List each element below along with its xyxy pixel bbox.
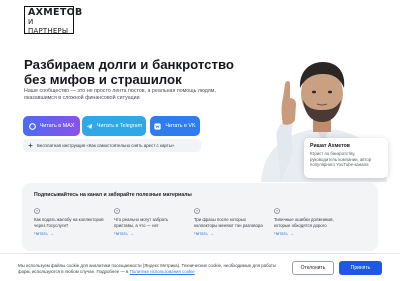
faq-read-link[interactable]: Читать → (274, 231, 294, 236)
read-in-max-label: Читать в MAX (39, 123, 75, 129)
question-icon: ? (194, 208, 200, 214)
arrow-right-icon: → (49, 231, 54, 236)
accept-button[interactable]: Принять (339, 261, 382, 275)
arrow-right-icon: → (289, 231, 294, 236)
arrow-right-icon: → (209, 231, 214, 236)
faq-read-label: Читать (114, 231, 128, 236)
read-in-telegram-button[interactable]: Читать в Telegram (82, 116, 146, 136)
vk-icon (154, 122, 162, 130)
faq-read-label: Читать (34, 231, 48, 236)
read-in-max-button[interactable]: Читать в MAX (23, 116, 80, 136)
plus-icon (28, 143, 33, 148)
decline-button[interactable]: Отклонить (292, 261, 334, 275)
cookie-policy-link[interactable]: Политике использования cookie (130, 269, 195, 274)
svg-text:?: ? (36, 209, 38, 213)
faq-item[interactable]: ? Как подать жалобу на коллекторов через… (34, 208, 109, 236)
materials-panel: Подписывайтесь на канал и забирайте поле… (22, 183, 378, 251)
faq-item[interactable]: ? Что реально могут забрать приставы, а … (114, 208, 189, 236)
cookie-text: Мы используем файлы cookie для аналитики… (18, 263, 286, 275)
logo-line-2: И ПАРТНЕРЫ (28, 18, 69, 35)
max-icon (28, 122, 36, 130)
logo-line-1: АХМЕТОВ (28, 7, 83, 18)
hero-title: Разбираем долги и банкротство без мифов … (24, 57, 234, 87)
read-in-vk-button[interactable]: Читать в VK (150, 116, 200, 136)
faq-question: Три фразы после которых коллекторы меняю… (194, 217, 263, 228)
telegram-icon (86, 123, 93, 129)
svg-text:?: ? (276, 209, 278, 213)
faq-read-label: Читать (194, 231, 208, 236)
free-guide-link[interactable]: Бесплатная инструкция «Как самостоятельн… (23, 139, 201, 152)
hero-description: Наше сообщество — это не просто лента по… (24, 88, 216, 101)
question-icon: ? (114, 208, 120, 214)
materials-title: Подписывайтесь на канал и забирайте поле… (34, 192, 192, 198)
faq-read-label: Читать (274, 231, 288, 236)
faq-question: Как подать жалобу на коллекторов через Г… (34, 217, 104, 228)
faq-item[interactable]: ? Три фразы после которых коллекторы мен… (194, 208, 269, 236)
read-in-vk-label: Читать в VK (165, 123, 196, 129)
svg-text:?: ? (196, 209, 198, 213)
faq-question: Типичные ошибки должников, которые обход… (274, 217, 334, 228)
faq-question: Что реально могут забрать приставы, а чт… (114, 217, 169, 228)
author-card: Ришат Ахметов Юрист по банкротству, руко… (304, 138, 388, 178)
question-icon: ? (274, 208, 280, 214)
cookie-banner: Мы используем файлы cookie для аналитики… (0, 253, 400, 281)
author-role: Юрист по банкротству, руководитель компа… (310, 151, 372, 168)
read-in-telegram-label: Читать в Telegram (96, 123, 143, 129)
faq-read-link[interactable]: Читать → (114, 231, 134, 236)
faq-item[interactable]: ? Типичные ошибки должников, которые обх… (274, 208, 349, 236)
brand-logo[interactable]: АХМЕТОВ И ПАРТНЕРЫ (24, 6, 83, 35)
faq-read-link[interactable]: Читать → (34, 231, 54, 236)
arrow-right-icon: → (129, 231, 134, 236)
free-guide-label: Бесплатная инструкция «Как самостоятельн… (37, 143, 175, 148)
faq-read-link[interactable]: Читать → (194, 231, 214, 236)
question-icon: ? (34, 208, 40, 214)
svg-text:?: ? (116, 209, 118, 213)
author-name: Ришат Ахметов (310, 143, 350, 149)
